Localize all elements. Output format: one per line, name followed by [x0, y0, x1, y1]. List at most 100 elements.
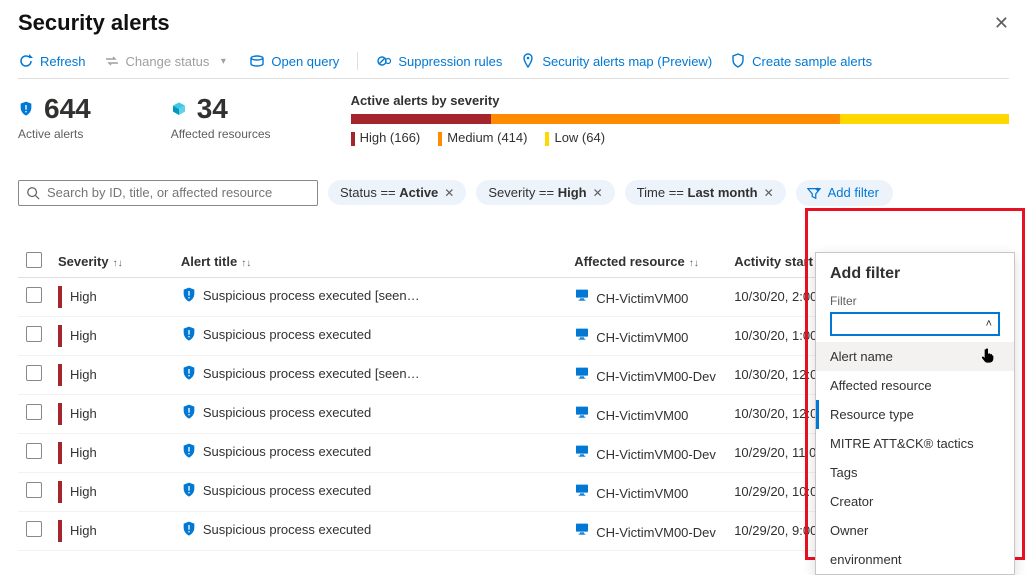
search-input[interactable]: [47, 185, 311, 200]
row-checkbox[interactable]: [26, 404, 42, 420]
row-checkbox[interactable]: [26, 482, 42, 498]
severity-title: Active alerts by severity: [351, 93, 1009, 108]
alert-title-text: Suspicious process executed: [203, 405, 371, 420]
create-samples-label: Create sample alerts: [752, 54, 872, 69]
severity-text: High: [70, 367, 97, 382]
remove-filter-icon[interactable]: ✕: [593, 186, 603, 200]
add-filter-button[interactable]: Add filter: [796, 180, 893, 206]
resources-count: 34: [197, 93, 228, 125]
col-alert-title[interactable]: Alert title↑↓: [173, 246, 566, 278]
alert-title-text: Suspicious process executed: [203, 483, 371, 498]
monitor-icon: [574, 443, 590, 459]
filter-dropdown[interactable]: ˄: [830, 312, 1000, 336]
affected-resource-text: CH-VictimVM00: [596, 486, 688, 501]
refresh-label: Refresh: [40, 54, 86, 69]
alerts-map-label: Security alerts map (Preview): [542, 54, 712, 69]
sort-icon: ↑↓: [113, 258, 123, 269]
page-title: Security alerts: [18, 10, 170, 36]
affected-resources-stat: 34 Affected resources: [171, 93, 271, 141]
severity-indicator: [58, 481, 62, 503]
severity-indicator: [58, 364, 62, 386]
alert-shield-icon: [181, 521, 197, 537]
search-input-wrap[interactable]: [18, 180, 318, 206]
affected-resource-text: CH-VictimVM00: [596, 291, 688, 306]
shield-alert-icon: [18, 101, 34, 117]
popup-title: Add filter: [830, 265, 1000, 283]
severity-indicator: [58, 286, 62, 308]
resources-label: Affected resources: [171, 127, 271, 141]
filter-pill[interactable]: Severity == High ✕: [476, 180, 614, 205]
filter-option[interactable]: Alert name↖: [816, 342, 1014, 371]
filter-pill[interactable]: Time == Last month ✕: [625, 180, 786, 205]
change-status-label: Change status: [126, 54, 210, 69]
open-query-label: Open query: [271, 54, 339, 69]
filter-option[interactable]: Resource type: [816, 400, 1014, 429]
toolbar-separator: [357, 52, 358, 70]
row-checkbox[interactable]: [26, 326, 42, 342]
severity-indicator: [58, 403, 62, 425]
filter-pill[interactable]: Status == Active ✕: [328, 180, 466, 205]
alert-title-text: Suspicious process executed [seen …: [203, 288, 423, 303]
change-status-icon: [104, 53, 120, 69]
filter-option[interactable]: Owner: [816, 516, 1014, 545]
change-status-button: Change status ▾: [104, 53, 232, 69]
search-icon: [25, 185, 41, 201]
row-checkbox[interactable]: [26, 521, 42, 537]
filter-option[interactable]: environment: [816, 545, 1014, 574]
severity-text: High: [70, 445, 97, 460]
alert-shield-icon: [181, 404, 197, 420]
suppression-label: Suppression rules: [398, 54, 502, 69]
affected-resource-text: CH-VictimVM00-Dev: [596, 525, 716, 540]
suppression-icon: [376, 53, 392, 69]
refresh-icon: [18, 53, 34, 69]
remove-filter-icon[interactable]: ✕: [444, 186, 454, 200]
create-samples-button[interactable]: Create sample alerts: [730, 53, 872, 69]
alert-title-text: Suspicious process executed: [203, 327, 371, 342]
filter-add-icon: [806, 185, 822, 201]
severity-indicator: [58, 520, 62, 542]
alert-title-text: Suspicious process executed: [203, 444, 371, 459]
active-label: Active alerts: [18, 127, 91, 141]
severity-text: High: [70, 523, 97, 538]
filter-option[interactable]: Creator: [816, 487, 1014, 516]
severity-indicator: [58, 325, 62, 347]
row-checkbox[interactable]: [26, 365, 42, 381]
alerts-map-button[interactable]: Security alerts map (Preview): [520, 53, 712, 69]
col-severity[interactable]: Severity↑↓: [50, 246, 173, 278]
filter-option[interactable]: MITRE ATT&CK® tactics: [816, 429, 1014, 458]
filter-option[interactable]: Tags: [816, 458, 1014, 487]
affected-resource-text: CH-VictimVM00-Dev: [596, 447, 716, 462]
suppression-rules-button[interactable]: Suppression rules: [376, 53, 502, 69]
filter-option[interactable]: Affected resource: [816, 371, 1014, 400]
active-alerts-stat: 644 Active alerts: [18, 93, 91, 141]
severity-text: High: [70, 328, 97, 343]
severity-block: Active alerts by severity High (166) Med…: [351, 93, 1009, 146]
open-query-button[interactable]: Open query: [249, 53, 339, 69]
alert-title-text: Suspicious process executed: [203, 522, 371, 537]
severity-text: High: [70, 406, 97, 421]
monitor-icon: [574, 326, 590, 342]
summary-row: 644 Active alerts 34 Affected resources …: [18, 79, 1009, 170]
row-checkbox[interactable]: [26, 287, 42, 303]
filter-bar: Status == Active ✕Severity == High ✕Time…: [18, 170, 1009, 206]
add-filter-popup: Add filter Filter ˄ Alert name↖Affected …: [815, 252, 1015, 575]
severity-high-legend: High (166): [351, 130, 421, 146]
chevron-up-icon: ˄: [986, 318, 992, 330]
remove-filter-icon[interactable]: ✕: [764, 186, 774, 200]
alert-title-text: Suspicious process executed [seen …: [203, 366, 423, 381]
severity-text: High: [70, 289, 97, 304]
select-all-checkbox[interactable]: [26, 252, 42, 268]
chevron-down-icon: ▾: [215, 53, 231, 69]
affected-resource-text: CH-VictimVM00: [596, 408, 688, 423]
col-affected[interactable]: Affected resource↑↓: [566, 246, 726, 278]
close-icon[interactable]: ✕: [994, 13, 1009, 34]
sort-icon: ↑↓: [689, 258, 699, 269]
alert-shield-icon: [181, 482, 197, 498]
severity-low-legend: Low (64): [545, 130, 605, 146]
filter-pill-text: Status == Active: [340, 185, 438, 200]
add-filter-label: Add filter: [828, 185, 879, 200]
refresh-button[interactable]: Refresh: [18, 53, 86, 69]
monitor-icon: [574, 287, 590, 303]
severity-medium-legend: Medium (414): [438, 130, 527, 146]
row-checkbox[interactable]: [26, 443, 42, 459]
